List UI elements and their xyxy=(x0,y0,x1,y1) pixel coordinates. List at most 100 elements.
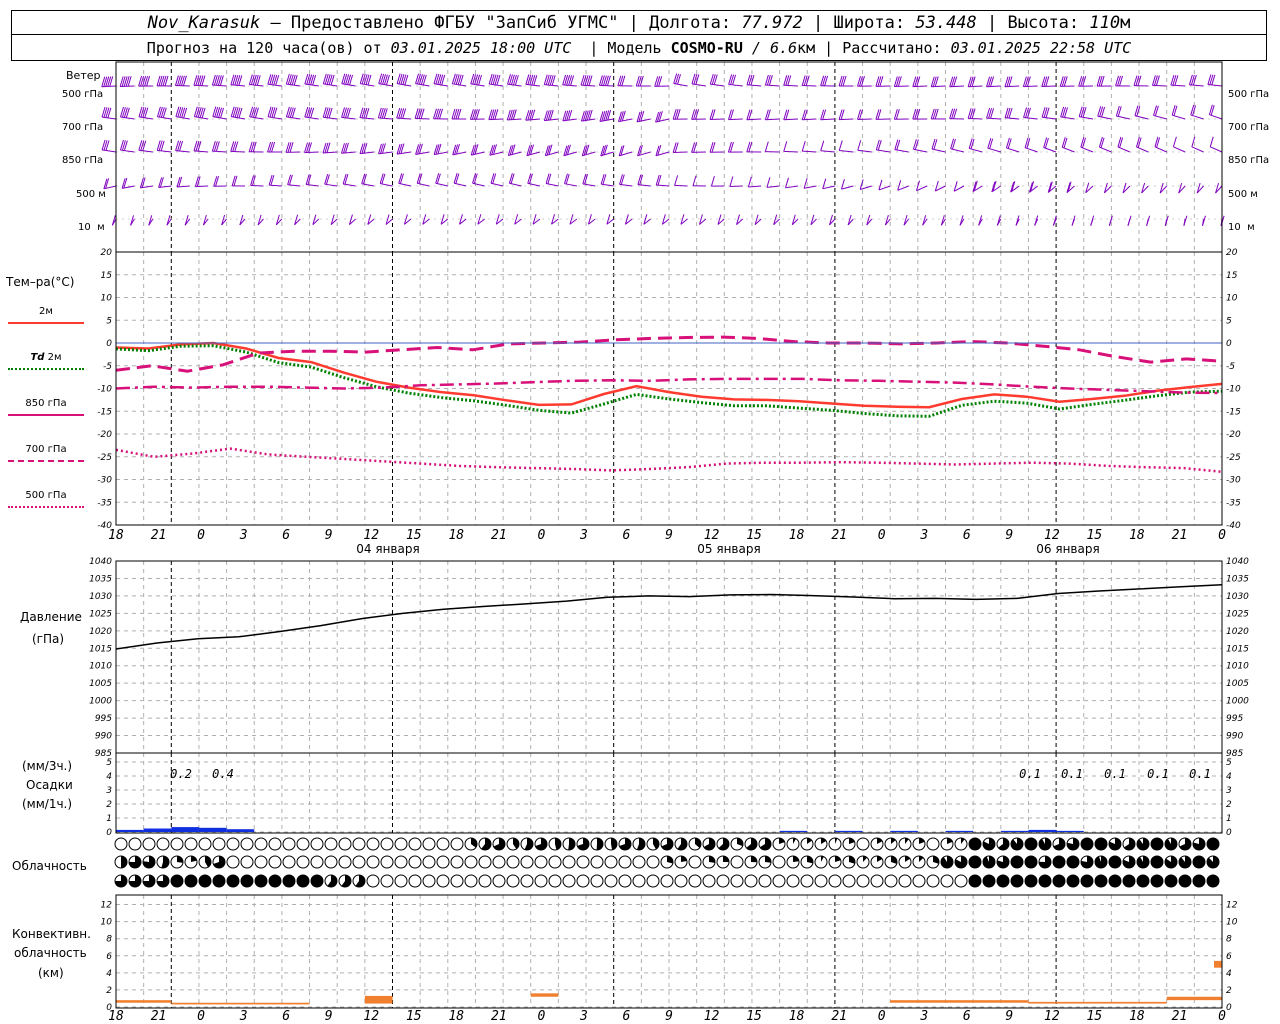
cloud-cover-fill xyxy=(969,856,981,868)
precip-bar xyxy=(890,830,918,832)
cloud-cover-symbol xyxy=(296,837,310,851)
wind-level-500m-right: 500 м xyxy=(1228,189,1258,200)
x-tick-label: 21 xyxy=(1172,528,1188,543)
precip-tick-left: 0 xyxy=(106,828,112,838)
temp-tick-right: -30 xyxy=(1226,476,1241,486)
cloud-cover-symbol xyxy=(954,874,968,888)
x-tick-label-bottom: 6 xyxy=(963,1009,971,1024)
legend-t500: 500 гПа xyxy=(8,490,84,508)
temp-tick-right: -40 xyxy=(1226,521,1241,531)
cloud-cover-fill xyxy=(1151,856,1163,868)
cloud-cover-fill xyxy=(1095,855,1108,868)
wind-barb-flag xyxy=(1090,215,1095,226)
cloud-cover-symbol xyxy=(240,855,254,869)
cloud-cover-symbol xyxy=(380,874,394,888)
wind-level-500hpa: 500 гПа xyxy=(62,89,104,100)
cloud-label: Облачность xyxy=(12,859,87,873)
precip-tick-left: 4 xyxy=(106,772,112,782)
x-tick-label: 3 xyxy=(239,528,248,543)
pressure-tick-right: 1010 xyxy=(1226,662,1249,672)
cloud-cover-fill xyxy=(227,875,239,887)
temp-tick-left: 0 xyxy=(106,339,112,349)
wind-barb-flag xyxy=(1071,215,1076,226)
cloud-cover-fill xyxy=(709,856,715,863)
x-tick-label: 6 xyxy=(623,528,631,543)
cloud-cover-fill xyxy=(1025,875,1037,887)
x-tick-label-bottom: 21 xyxy=(831,1009,847,1024)
cloud-cover-symbol xyxy=(450,874,464,888)
x-tick-label-bottom: 18 xyxy=(448,1009,464,1024)
pressure-tick-left: 1025 xyxy=(89,609,112,619)
day-label: 04 января xyxy=(356,542,419,556)
legend-td2m: Td 2м xyxy=(8,352,84,370)
cloud-cover-symbol xyxy=(352,855,366,869)
pressure-tick-right: 1015 xyxy=(1226,644,1249,654)
day-label: 05 января xyxy=(697,542,760,556)
cloud-cover-symbol xyxy=(646,874,660,888)
precip-tick-left: 1 xyxy=(106,814,112,824)
temp-tick-right: 20 xyxy=(1226,248,1238,258)
cloud-cover-fill xyxy=(1025,856,1037,868)
cloud-cover-symbol xyxy=(618,874,632,888)
cloud-cover-symbol xyxy=(604,874,618,888)
x-tick-label: 0 xyxy=(537,528,545,543)
cloud-cover-symbol xyxy=(156,837,170,851)
cloud-cover-symbol xyxy=(590,874,604,888)
wind-barb xyxy=(748,185,762,188)
cloud-cover-symbol xyxy=(310,855,324,869)
wind-barb xyxy=(860,185,872,191)
temp-tick-left: 10 xyxy=(101,294,113,304)
cloud-cover-symbol xyxy=(856,837,870,851)
cloud-cover-fill xyxy=(1095,875,1107,887)
pressure-unit: (гПа) xyxy=(32,632,65,646)
wind-level-500hpa-right: 500 гПа xyxy=(1228,89,1270,100)
temp-tick-right: 5 xyxy=(1226,316,1232,326)
temp-tick-right: -20 xyxy=(1226,430,1241,440)
cloud-cover-fill xyxy=(1165,875,1177,887)
cloud-cover-symbol xyxy=(562,874,576,888)
cloud-cover-symbol xyxy=(380,855,394,869)
cloud-cover-symbol xyxy=(576,874,590,888)
conv-tick-left: 12 xyxy=(101,901,113,911)
cloud-cover-symbol xyxy=(408,874,422,888)
pressure-tick-right: 995 xyxy=(1226,714,1243,724)
cloud-cover-symbol xyxy=(128,837,142,851)
conv-tick-right: 0 xyxy=(1226,1003,1232,1013)
cloud-cover-symbol xyxy=(170,837,184,851)
precip-bar xyxy=(226,829,255,832)
cloud-cover-fill xyxy=(1151,875,1163,887)
cloud-cover-symbol xyxy=(604,855,618,869)
pressure-tick-left: 1040 xyxy=(89,557,112,567)
cloud-cover-symbol xyxy=(492,874,506,888)
x-tick-label-bottom: 21 xyxy=(1172,1009,1188,1024)
cloud-cover-fill xyxy=(121,856,127,868)
cloud-cover-symbol xyxy=(562,855,576,869)
temp-tick-right: -5 xyxy=(1226,362,1235,372)
x-tick-label-bottom: 12 xyxy=(363,1009,379,1024)
wind-barb-flag xyxy=(1146,215,1151,226)
cloud-cover-fill xyxy=(941,855,954,868)
pressure-tick-left: 1000 xyxy=(89,697,112,707)
cloud-cover-symbol xyxy=(730,874,744,888)
x-tick-label-bottom: 3 xyxy=(239,1009,248,1024)
precip-annotation: 0.1 xyxy=(1189,767,1211,781)
cloud-cover-symbol xyxy=(338,837,352,851)
cloud-cover-symbol xyxy=(366,874,380,888)
temp-tick-right: 15 xyxy=(1226,271,1238,281)
conv-tick-left: 6 xyxy=(106,952,112,962)
wind-level-500m: 500 м xyxy=(76,189,106,200)
temp-tick-left: -30 xyxy=(97,476,112,486)
wind-level-700hpa-right: 700 гПа xyxy=(1228,122,1270,133)
x-tick-label-bottom: 3 xyxy=(919,1009,928,1024)
cloud-cover-fill xyxy=(269,875,281,887)
cloud-cover-fill xyxy=(1207,875,1219,887)
cloud-cover-symbol xyxy=(912,874,926,888)
x-tick-label-bottom: 0 xyxy=(1218,1009,1226,1024)
cloud-cover-symbol xyxy=(254,855,268,869)
pressure-tick-left: 1020 xyxy=(89,627,112,637)
conv-tick-right: 12 xyxy=(1226,901,1238,911)
pressure-tick-left: 995 xyxy=(95,714,112,724)
cloud-cover-symbol xyxy=(520,855,534,869)
cloud-cover-symbol xyxy=(268,837,282,851)
precip-bar xyxy=(779,830,808,832)
